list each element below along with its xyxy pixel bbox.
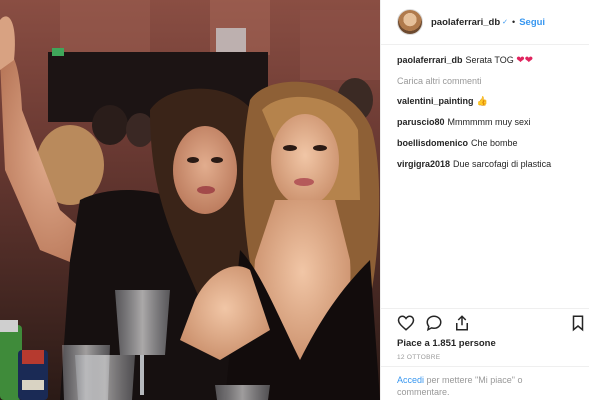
- post-header: paolaferrari_db ✓ • Segui: [381, 0, 589, 45]
- login-prompt: Accedi per mettere "Mi piace" o commenta…: [397, 374, 577, 398]
- caption-text: Serata TOG: [465, 55, 514, 65]
- likes-count[interactable]: Piace a 1.851 persone: [397, 338, 496, 349]
- divider: [381, 308, 589, 309]
- header-separator: •: [512, 17, 516, 27]
- post-photo[interactable]: [0, 0, 380, 400]
- share-icon[interactable]: [453, 314, 471, 332]
- follow-button[interactable]: Segui: [519, 17, 545, 28]
- post-date: 12 OTTOBRE: [397, 354, 441, 361]
- comment-item: paruscio80 Mmmmmm muy sexi: [397, 117, 582, 128]
- comment-icon[interactable]: [425, 314, 443, 332]
- heart-icon[interactable]: [397, 314, 415, 332]
- caption-username[interactable]: paolaferrari_db: [397, 55, 463, 65]
- comment-item: valentini_painting 👍: [397, 96, 582, 107]
- post-sidebar: paolaferrari_db ✓ • Segui paolaferrari_d…: [380, 0, 589, 400]
- comment-item: boellisdomenico Che bombe: [397, 138, 582, 149]
- caption: paolaferrari_db Serata TOG ❤❤: [397, 55, 582, 66]
- bookmark-icon[interactable]: [569, 314, 587, 332]
- comment-username[interactable]: virgigra2018: [397, 159, 450, 169]
- avatar[interactable]: [397, 9, 423, 35]
- action-bar: [397, 314, 587, 334]
- comment-text: Due sarcofagi di plastica: [453, 159, 552, 169]
- comment-item: virgigra2018 Due sarcofagi di plastica: [397, 159, 582, 170]
- comment-text: 👍: [476, 96, 488, 106]
- comments-list: paolaferrari_db Serata TOG ❤❤ Carica altr…: [397, 55, 582, 180]
- verified-icon: ✓: [502, 19, 509, 26]
- login-link[interactable]: Accedi: [397, 375, 424, 385]
- comment-text: Che bombe: [471, 138, 518, 148]
- heart-emoji-icon: ❤❤: [516, 55, 534, 66]
- comment-username[interactable]: valentini_painting: [397, 96, 474, 106]
- comment-username[interactable]: boellisdomenico: [397, 138, 468, 148]
- divider: [381, 366, 589, 367]
- load-more-comments-link[interactable]: Carica altri commenti: [397, 76, 582, 86]
- comment-username[interactable]: paruscio80: [397, 117, 445, 127]
- post-photo-illustration: [0, 0, 380, 400]
- comment-text: Mmmmmm muy sexi: [447, 117, 531, 127]
- header-username[interactable]: paolaferrari_db: [431, 17, 500, 28]
